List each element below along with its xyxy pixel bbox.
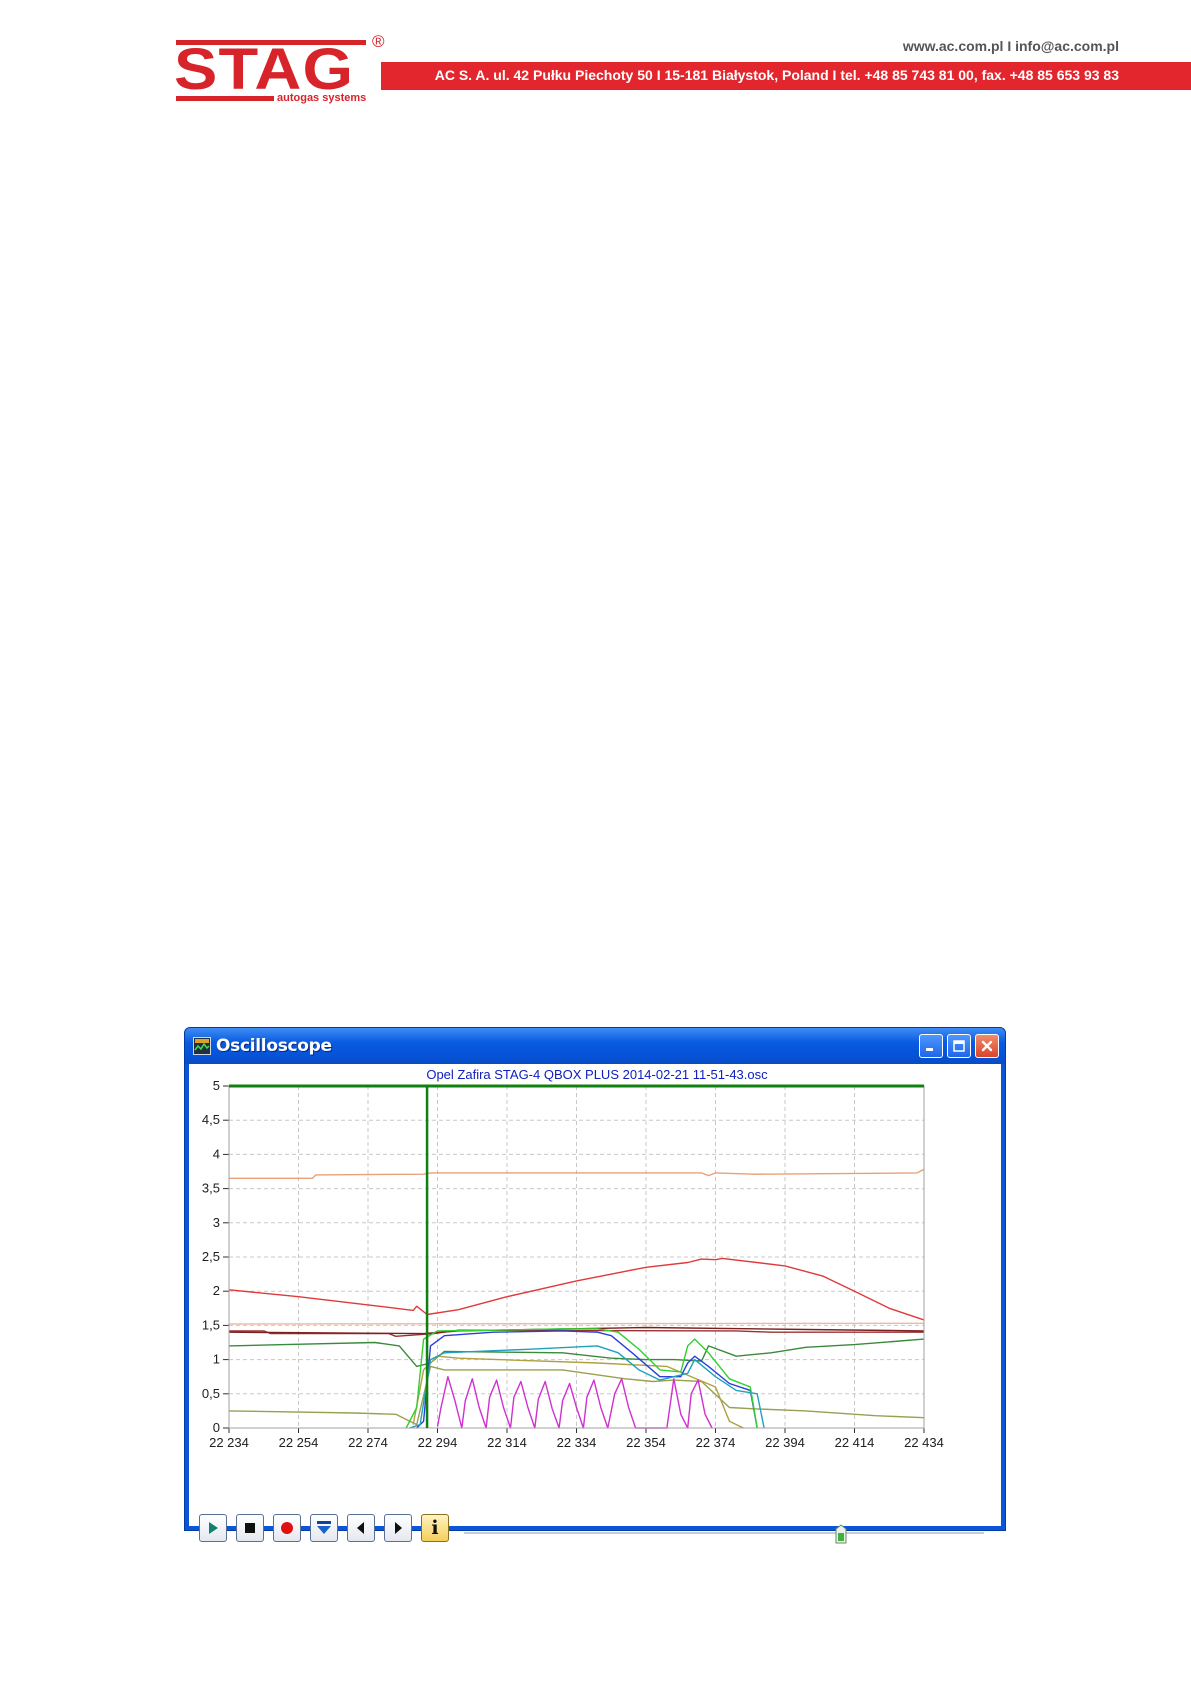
download-icon — [317, 1521, 331, 1534]
x-tick-label: 22 374 — [696, 1435, 736, 1450]
maximize-button[interactable] — [947, 1034, 971, 1058]
chart-title: Opel Zafira STAG-4 QBOX PLUS 2014-02-21 … — [426, 1067, 768, 1082]
logo-wordmark: STAG — [174, 37, 355, 102]
y-tick-label: 5 — [213, 1078, 220, 1093]
y-tick-label: 0 — [213, 1420, 220, 1435]
x-tick-label: 22 254 — [279, 1435, 319, 1450]
logo-registered-mark: ® — [372, 32, 385, 51]
y-tick-label: 2 — [213, 1283, 220, 1298]
x-tick-label: 22 334 — [557, 1435, 597, 1450]
logo-bottom-bar — [176, 96, 274, 101]
oscilloscope-chart[interactable]: Opel Zafira STAG-4 QBOX PLUS 2014-02-21 … — [189, 1064, 1001, 1510]
step-back-icon — [357, 1522, 364, 1534]
info-button[interactable]: i — [421, 1514, 449, 1542]
y-tick-label: 3 — [213, 1215, 220, 1230]
address-band: AC S. A. ul. 42 Pułku Piechoty 50 I 15-1… — [381, 62, 1191, 90]
slider-track — [464, 1532, 984, 1535]
close-button[interactable] — [975, 1034, 999, 1058]
x-tick-label: 22 314 — [487, 1435, 527, 1450]
logo-tagline: autogas systems — [277, 92, 367, 104]
y-tick-label: 1 — [213, 1352, 220, 1367]
window-titlebar[interactable]: Oscilloscope — [185, 1028, 1005, 1064]
close-icon — [981, 1040, 993, 1052]
stop-button[interactable] — [236, 1514, 264, 1542]
series-line-12 — [436, 1376, 713, 1429]
minimize-button[interactable] — [919, 1034, 943, 1058]
oscilloscope-client-area: Opel Zafira STAG-4 QBOX PLUS 2014-02-21 … — [189, 1064, 1001, 1544]
oscilloscope-window: Oscilloscope Opel Zafira STAG-4 QBOX PLU… — [184, 1027, 1006, 1544]
x-axis: 22 234 22 254 22 274 22 294 22 314 22 334 22 3… — [209, 1428, 944, 1450]
y-tick-label: 2,5 — [202, 1249, 220, 1264]
stop-icon — [245, 1523, 255, 1533]
x-tick-label: 22 394 — [765, 1435, 805, 1450]
y-axis: 0 0,5 1 1,5 2 2,5 3 3,5 4 4,5 5 — [202, 1078, 229, 1435]
y-tick-label: 4 — [213, 1146, 220, 1161]
info-icon: i — [431, 1516, 439, 1539]
chart-grid — [229, 1086, 924, 1428]
y-tick-label: 1,5 — [202, 1317, 220, 1332]
play-button[interactable] — [199, 1514, 227, 1542]
position-slider[interactable] — [464, 1524, 984, 1544]
y-tick-label: 3,5 — [202, 1181, 220, 1196]
slider-thumb[interactable] — [835, 1524, 847, 1544]
step-forward-button[interactable] — [384, 1514, 412, 1542]
address-line: AC S. A. ul. 42 Pułku Piechoty 50 I 15-1… — [434, 67, 1119, 83]
y-tick-label: 4,5 — [202, 1112, 220, 1127]
series-line-2 — [228, 1322, 925, 1325]
step-back-button[interactable] — [347, 1514, 375, 1542]
play-icon — [209, 1522, 218, 1534]
stag-logo: STAG ® autogas systems — [174, 32, 396, 108]
download-button[interactable] — [310, 1514, 338, 1542]
x-tick-label: 22 434 — [904, 1435, 944, 1450]
x-tick-label: 22 354 — [626, 1435, 666, 1450]
x-tick-label: 22 294 — [418, 1435, 458, 1450]
step-forward-icon — [395, 1522, 402, 1534]
record-button[interactable] — [273, 1514, 301, 1542]
x-tick-label: 22 234 — [209, 1435, 249, 1450]
window-title: Oscilloscope — [216, 1036, 332, 1056]
minimize-icon — [926, 1048, 933, 1051]
record-icon — [281, 1522, 293, 1534]
maximize-icon — [953, 1040, 965, 1052]
x-tick-label: 22 414 — [835, 1435, 875, 1450]
oscilloscope-app-icon — [193, 1037, 211, 1055]
series-line-9 — [416, 1330, 758, 1429]
x-tick-label: 22 274 — [348, 1435, 388, 1450]
contact-line: www.ac.com.pl I info@ac.com.pl — [902, 38, 1119, 54]
y-tick-label: 0,5 — [202, 1386, 220, 1401]
